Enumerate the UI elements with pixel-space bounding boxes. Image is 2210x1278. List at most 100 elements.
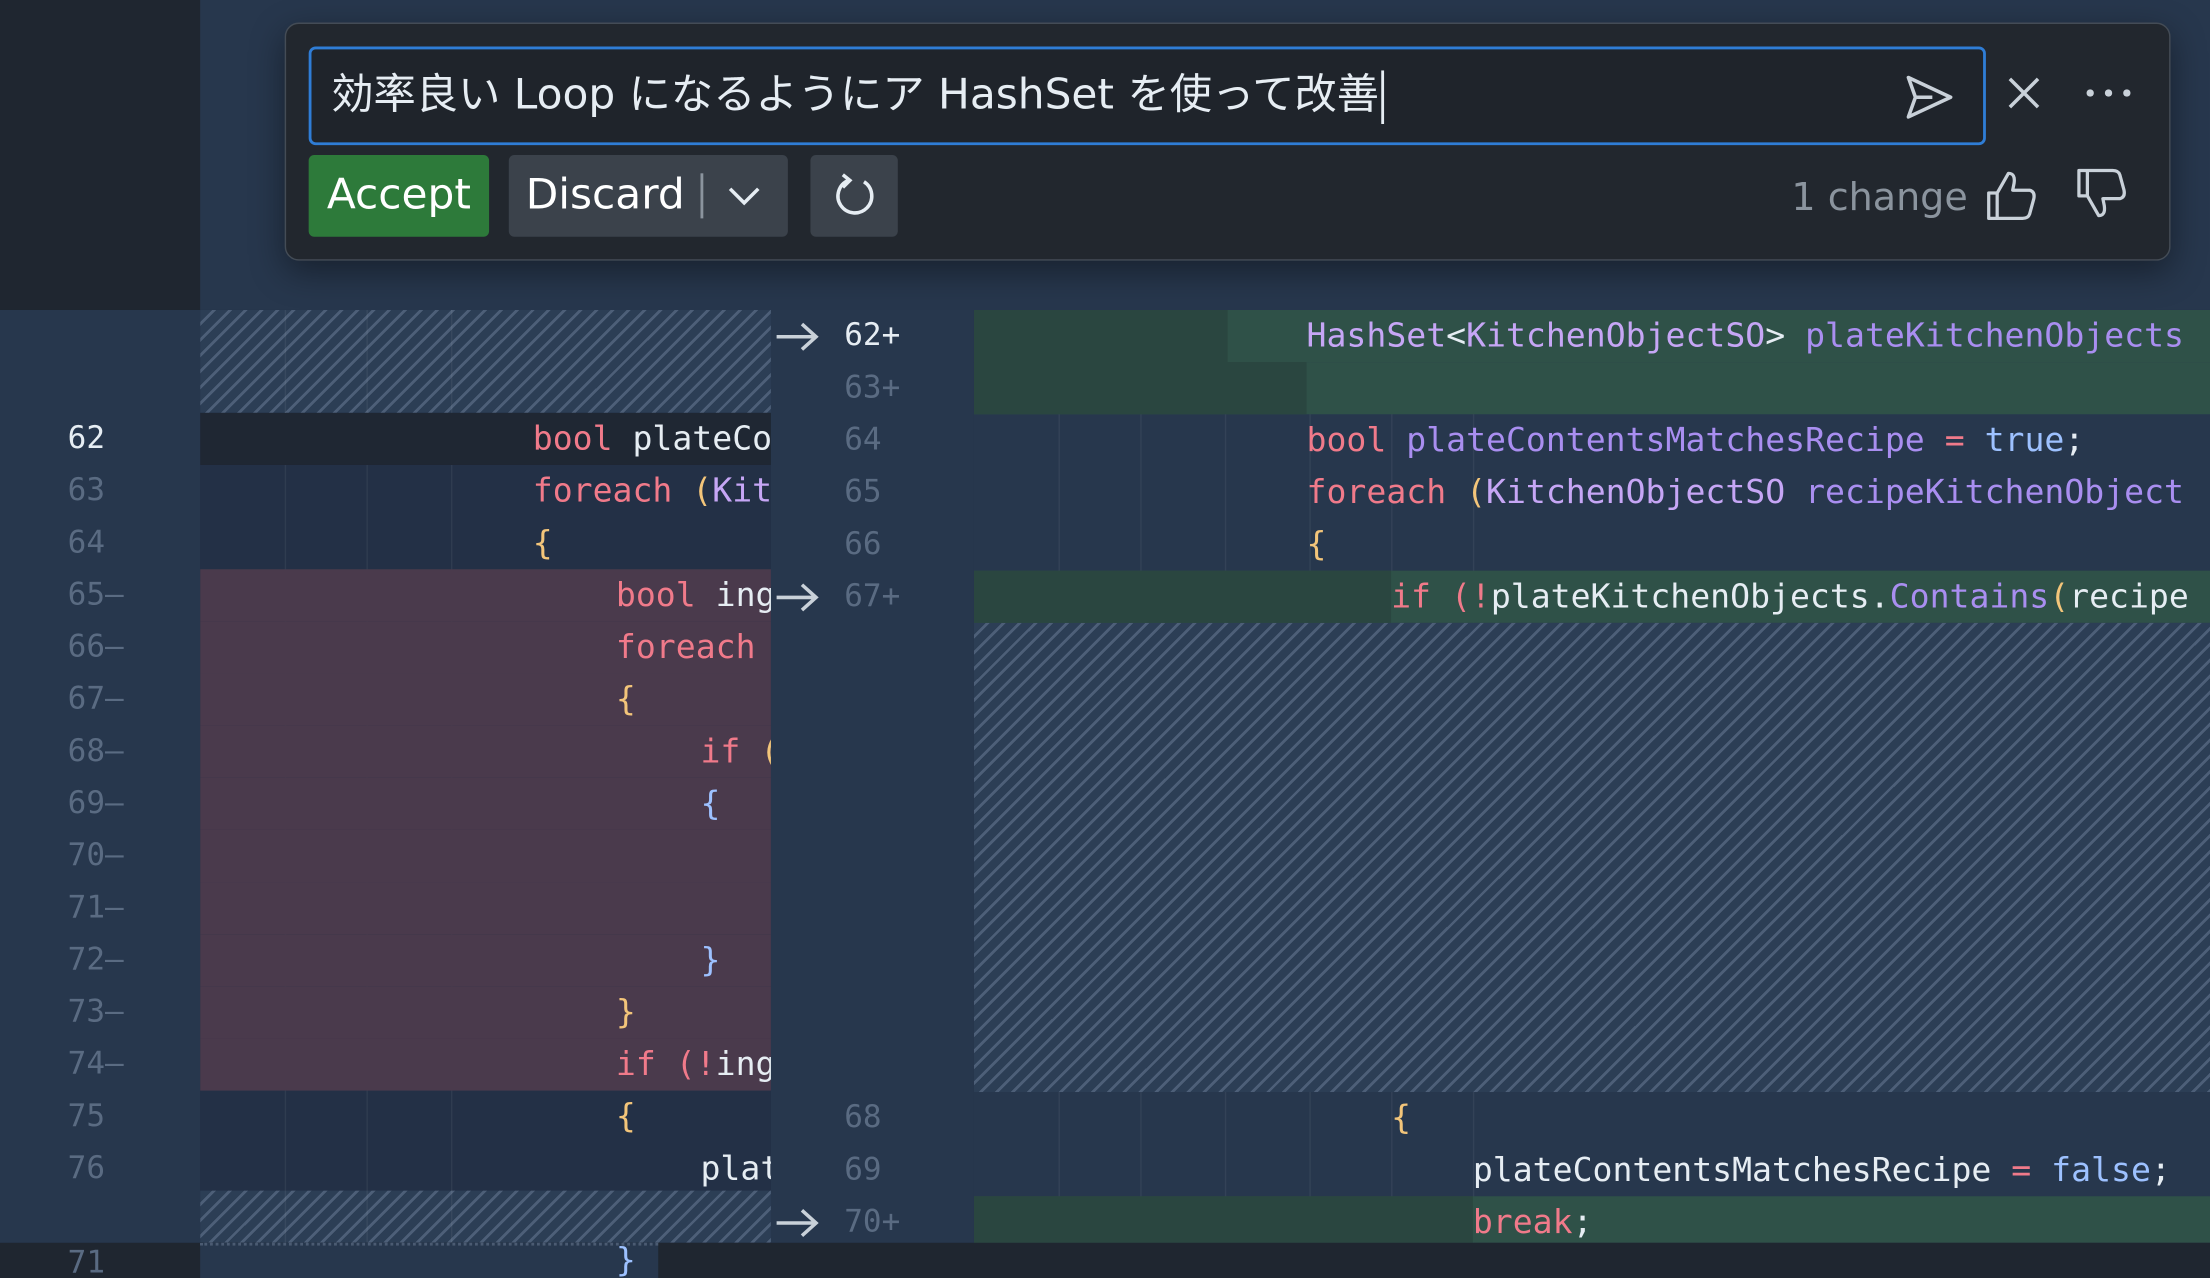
line-number: 76 <box>67 1151 106 1187</box>
removed-line-bg <box>200 934 771 987</box>
line-number: 66 <box>844 526 882 563</box>
diff-editor: 62 63 64 65— 66— 67— 68— 69— 70— 71— 72— 73— 74— 75 76… <box>0 0 2210 1278</box>
more-icon[interactable] <box>2085 86 2133 100</box>
line-number: 64 <box>844 422 882 458</box>
code-line: HashSet<KitchenObjectSO> plateKitchenObj… <box>1307 310 2184 362</box>
code-line: { <box>533 517 553 569</box>
removed-line-bg <box>200 673 771 726</box>
code-token: { <box>615 679 636 719</box>
code-token: foreach <box>615 627 756 667</box>
code-line: { <box>1391 1092 1411 1144</box>
chevron-down-icon[interactable] <box>726 179 763 213</box>
added-indent-bg <box>973 1196 1473 1243</box>
code-line: break; <box>1473 1196 1593 1242</box>
text-caret <box>1381 69 1385 124</box>
code-token: } <box>700 939 721 980</box>
line-number: 75 <box>67 1099 106 1135</box>
hatched-filler <box>973 622 2210 1093</box>
code-line: } <box>616 986 636 1038</box>
line-number: 64 <box>67 525 106 561</box>
code-token: if <box>1391 576 1451 616</box>
line-number: 68— <box>67 734 124 770</box>
code-line: } <box>700 934 720 986</box>
line-number: 73— <box>67 994 124 1031</box>
code-token: (! <box>675 1044 716 1084</box>
original-code-pane[interactable]: bool plateCo foreach (Kit{bool ing foreach… <box>200 309 771 1243</box>
code-line: foreach (Kit <box>533 465 771 517</box>
code-token: plateKitchenObjects <box>1805 315 2185 356</box>
line-number: 72— <box>67 942 124 978</box>
modified-code-pane[interactable]: HashSet<KitchenObjectSO> plateKitchenObj… <box>973 309 2210 1243</box>
code-token: plat <box>700 1148 770 1188</box>
line-number: 74— <box>67 1046 124 1083</box>
change-count: 1 change <box>1791 176 1968 220</box>
prompt-input[interactable]: 効率良い Loop になるようにア HashSet を使って改善 <box>308 46 1986 146</box>
send-icon[interactable] <box>1901 69 1957 125</box>
code-token: ing <box>715 1044 771 1084</box>
code-token: if <box>615 1044 676 1084</box>
code-line: plateContentsMatchesRecipe = false; <box>1473 1144 2171 1196</box>
code-line: bool plateCo <box>533 413 771 465</box>
added-indent-bg <box>973 309 1228 363</box>
line-number: 68 <box>844 1100 882 1136</box>
code-token: foreach <box>532 470 693 511</box>
code-token: > <box>1765 315 1806 356</box>
divider <box>700 173 704 219</box>
regenerate-button[interactable] <box>810 154 898 237</box>
code-token: { <box>1306 524 1327 564</box>
revert-arrow-icon[interactable] <box>774 320 822 354</box>
code-token: bool <box>1306 419 1407 460</box>
added-indent-bg <box>973 570 1392 623</box>
code-token: ( <box>1466 472 1487 512</box>
collapsed-region <box>200 1242 659 1278</box>
code-token: { <box>532 522 553 563</box>
thumbs-up-icon[interactable] <box>1983 168 2039 224</box>
code-token: ; <box>2150 1149 2171 1190</box>
code-token: ; <box>1572 1201 1593 1242</box>
code-line: bool ing <box>616 569 771 621</box>
removed-line-bg <box>200 777 771 830</box>
code-line: bool plateContentsMatchesRecipe = true; <box>1307 414 2085 466</box>
code-token: { <box>700 783 721 823</box>
line-number: 69 <box>844 1152 882 1188</box>
code-token: { <box>1391 1097 1412 1138</box>
code-token: false <box>2051 1149 2151 1190</box>
line-number: 67+ <box>844 579 901 615</box>
code-token: if <box>700 731 761 771</box>
removed-line-bg <box>200 725 771 778</box>
regenerate-icon <box>830 172 878 220</box>
code-token: recipeKitchenObject <box>1805 472 2184 512</box>
code-token: plateCo <box>632 418 771 458</box>
code-token: plateKitchenObjects <box>1490 576 1870 616</box>
code-line: plat <box>700 1143 770 1195</box>
code-line: { <box>616 1091 636 1143</box>
gutter-top <box>0 0 201 310</box>
code-token: ( <box>2049 576 2070 616</box>
code-token: Kit <box>712 470 771 511</box>
code-token: bool <box>532 418 633 458</box>
code-line: if (!ing <box>616 1038 771 1090</box>
code-token: plateContentsMatchesRecipe <box>1406 419 1945 460</box>
bottom-line-number: 71 <box>67 1245 106 1278</box>
line-number: 71— <box>67 890 124 926</box>
code-token: KitchenObjectSO <box>1466 315 1766 356</box>
code-token: = <box>1944 419 1985 460</box>
code-token: HashSet <box>1306 315 1447 356</box>
line-number: 70+ <box>844 1204 901 1240</box>
code-token: true <box>1984 419 2065 460</box>
line-number: 63 <box>67 473 106 509</box>
removed-line-bg <box>200 882 771 935</box>
thumbs-down-icon[interactable] <box>2073 165 2129 221</box>
code-line: { <box>700 778 720 830</box>
line-number: 62 <box>67 421 106 457</box>
code-line: { <box>1307 519 1327 571</box>
code-token: } <box>615 991 636 1032</box>
accept-button[interactable]: Accept <box>308 154 490 237</box>
code-token: ( <box>760 731 771 770</box>
code-token: (! <box>1450 576 1491 616</box>
revert-arrow-icon[interactable] <box>774 1206 822 1240</box>
discard-button[interactable]: Discard <box>526 155 685 237</box>
revert-arrow-icon[interactable] <box>774 581 822 615</box>
code-token: bool <box>615 574 716 615</box>
close-icon[interactable] <box>2006 75 2043 112</box>
